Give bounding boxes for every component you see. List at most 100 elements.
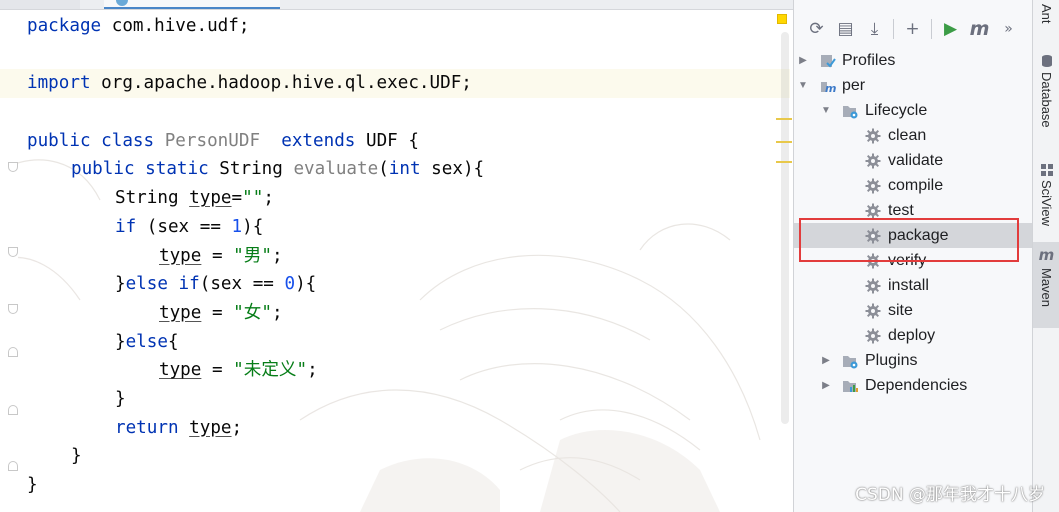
code-line[interactable]: } [0,471,790,500]
code-token: ; [307,360,318,381]
maven-tab[interactable]: m Maven [1033,242,1059,328]
code-token: String [115,188,190,209]
editor-scrollbar[interactable] [781,32,789,424]
lifecycle-phases: clean validate compile test package verify ins… [794,123,1032,348]
sciview-tab[interactable]: SciView [1033,158,1059,236]
sciview-tab-label: SciView [1039,180,1054,227]
code-line[interactable]: import org.apache.hadoop.hive.ql.exec.UD… [0,69,790,99]
code-line[interactable]: }else if(sex == 0){ [0,270,790,299]
code-token: import [27,73,102,94]
tree-node-profiles[interactable]: ▶ Profiles [794,48,1032,73]
code-token: UDF { [365,130,419,151]
tree-node-label: verify [888,252,927,269]
tree-node-label: deploy [888,327,936,344]
expand-arrow-icon[interactable]: ▶ [820,348,832,373]
code-token: = [201,302,234,323]
code-token: (sex == [146,216,232,237]
code-editor[interactable]: package com.hive.udf; import org.apache.h… [0,0,793,512]
collapse-arrow-icon[interactable]: ▼ [797,73,809,98]
gear-icon [865,203,881,219]
editor-tab-active[interactable] [104,0,280,9]
code-line[interactable]: type = "未定义"; [0,356,790,385]
code-token: ; [271,302,283,323]
code-line[interactable]: } [0,385,790,414]
generate-sources-icon: ▤ [837,19,854,39]
code-line[interactable]: } [0,442,790,471]
gear-icon [865,153,881,169]
tree-node-label: test [888,202,914,219]
lifecycle-phase-install[interactable]: install [794,273,1032,298]
warning-stripe[interactable] [776,161,792,163]
generate-sources-button[interactable]: ▤ [831,14,860,44]
expand-arrow-icon[interactable]: ▶ [820,373,832,398]
code-token: com.hive.udf; [111,16,250,36]
code-line[interactable]: public class PersonUDF extends UDF { [0,127,790,156]
run-button[interactable]: ▶ [936,14,965,44]
lifecycle-phase-verify[interactable]: verify [794,248,1032,273]
tree-node-label: validate [888,152,944,169]
tree-node-label: Lifecycle [865,102,928,119]
download-button[interactable]: ⤓ [860,14,889,44]
collapse-arrow-icon[interactable]: ▼ [820,98,832,123]
warning-stripe[interactable] [776,118,792,120]
code-token: { [167,331,179,352]
tree-node-label: Dependencies [865,377,968,394]
maven-toolbar: ⟳ ▤ ⤓ + ▶ m » [794,12,1032,46]
code-token: else [125,331,168,352]
database-tab[interactable]: Database [1033,48,1059,140]
execute-goal-button[interactable]: m [965,14,994,44]
code-token: 0 [284,274,296,295]
tree-node-project[interactable]: ▼ m per [794,73,1032,98]
code-line[interactable]: String type=""; [0,184,790,213]
lifecycle-phase-clean[interactable]: clean [794,123,1032,148]
editor-tab[interactable] [0,0,80,9]
code-token: ){ [295,274,317,295]
code-line[interactable] [0,41,790,70]
more-button[interactable]: » [994,14,1023,44]
lifecycle-phase-deploy[interactable]: deploy [794,323,1032,348]
code-token: } [71,446,82,467]
code-line[interactable]: type = "男"; [0,242,790,271]
code-token: } [27,475,38,495]
code-token: return [115,417,190,438]
download-icon: ⤓ [870,19,879,39]
code-line[interactable]: public static String evaluate(int sex){ [0,155,790,184]
tree-node-lifecycle[interactable]: ▼ Lifecycle [794,98,1032,123]
lifecycle-phase-validate[interactable]: validate [794,148,1032,173]
code-line[interactable]: package com.hive.udf; [0,12,790,41]
ant-tab[interactable]: Ant [1033,0,1059,40]
code-line[interactable]: }else{ [0,328,790,357]
profiles-icon [821,55,836,68]
sciview-icon [1040,164,1053,176]
code-line[interactable] [0,98,790,127]
code-line[interactable]: type = "女"; [0,299,790,328]
code-token: "未定义" [233,360,308,381]
code-token: PersonUDF [164,130,261,151]
editor-tab-strip [0,0,793,10]
lifecycle-phase-test[interactable]: test [794,198,1032,223]
tree-node-plugins[interactable]: ▶ Plugins [794,348,1032,373]
code-line[interactable]: return type; [0,414,790,443]
run-icon: ▶ [943,19,958,39]
gear-icon [865,328,881,344]
tree-node-label: per [842,77,866,94]
warning-indicator-icon[interactable] [777,14,787,24]
lifecycle-phase-compile[interactable]: compile [794,173,1032,198]
code-token: = [201,245,234,266]
code-token: evaluate [293,159,379,180]
tree-node-dependencies[interactable]: ▶ Dependencies [794,373,1032,398]
code-token: ; [263,188,274,209]
expand-arrow-icon[interactable]: ▶ [797,48,809,73]
lifecycle-phase-package[interactable]: package [794,223,1032,248]
lifecycle-phase-site[interactable]: site [794,298,1032,323]
execute-goal-icon: m [969,18,990,40]
code-content[interactable]: package com.hive.udf; import org.apache.h… [0,12,790,500]
code-token: int [388,159,432,180]
tree-node-label: Profiles [842,52,896,69]
reload-button[interactable]: ⟳ [802,14,831,44]
plugins-folder-icon [843,356,858,369]
add-button[interactable]: + [898,14,927,44]
warning-stripe[interactable] [776,141,792,143]
code-token: ( [378,159,389,180]
code-line[interactable]: if (sex == 1){ [0,213,790,242]
